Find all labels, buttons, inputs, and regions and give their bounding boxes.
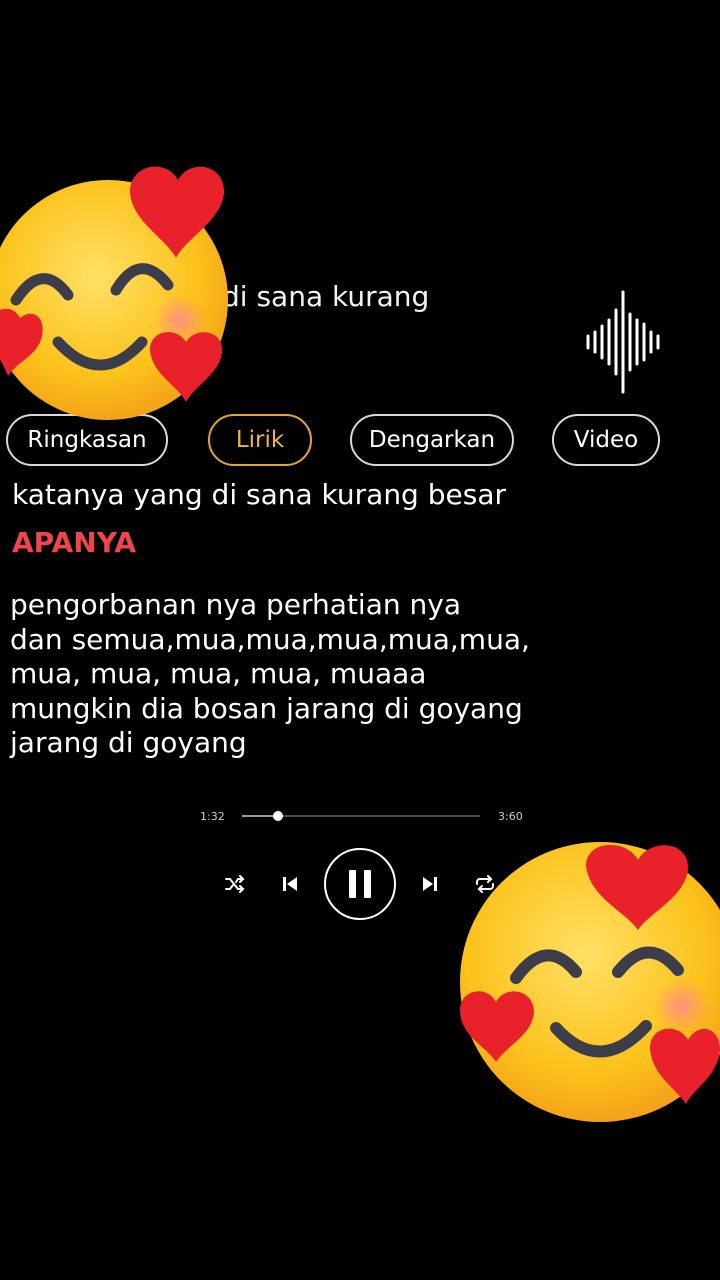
total-duration: 3:60 — [498, 810, 523, 823]
skip-previous-icon — [283, 877, 297, 891]
highlighted-lyric-word: APANYA — [12, 526, 136, 559]
pause-icon — [349, 870, 371, 898]
progress-bar[interactable] — [242, 811, 480, 821]
lyric-line: jarang di goyang — [10, 726, 247, 759]
pause-button[interactable] — [324, 848, 396, 920]
waveform-icon — [586, 290, 660, 394]
shuffle-icon — [225, 875, 245, 893]
tab-video[interactable]: Video — [552, 414, 660, 466]
header-lyric-line: di sana kurang — [222, 280, 430, 313]
shuffle-button[interactable] — [222, 872, 248, 896]
next-button[interactable] — [418, 872, 442, 896]
smiling-face-with-hearts-emoji — [0, 166, 228, 420]
progress-handle[interactable] — [272, 811, 283, 821]
lyrics-body: pengorbanan nya perhatian nya dan semua,… — [10, 588, 530, 761]
smiling-face-with-hearts-emoji — [460, 842, 720, 1122]
lyric-line: dan semua,mua,mua,mua,mua,mua, — [10, 622, 530, 656]
skip-next-icon — [423, 877, 437, 891]
previous-button[interactable] — [278, 872, 302, 896]
elapsed-time: 1:32 — [200, 810, 225, 823]
lyric-line: mua, mua, mua, mua, muaaa — [10, 657, 427, 690]
tab-dengarkan[interactable]: Dengarkan — [350, 414, 514, 466]
lyric-line: pengorbanan nya perhatian nya — [10, 588, 461, 621]
current-lyric-line: katanya yang di sana kurang besar — [12, 478, 506, 511]
lyric-line: mungkin dia bosan jarang di goyang — [10, 691, 523, 725]
